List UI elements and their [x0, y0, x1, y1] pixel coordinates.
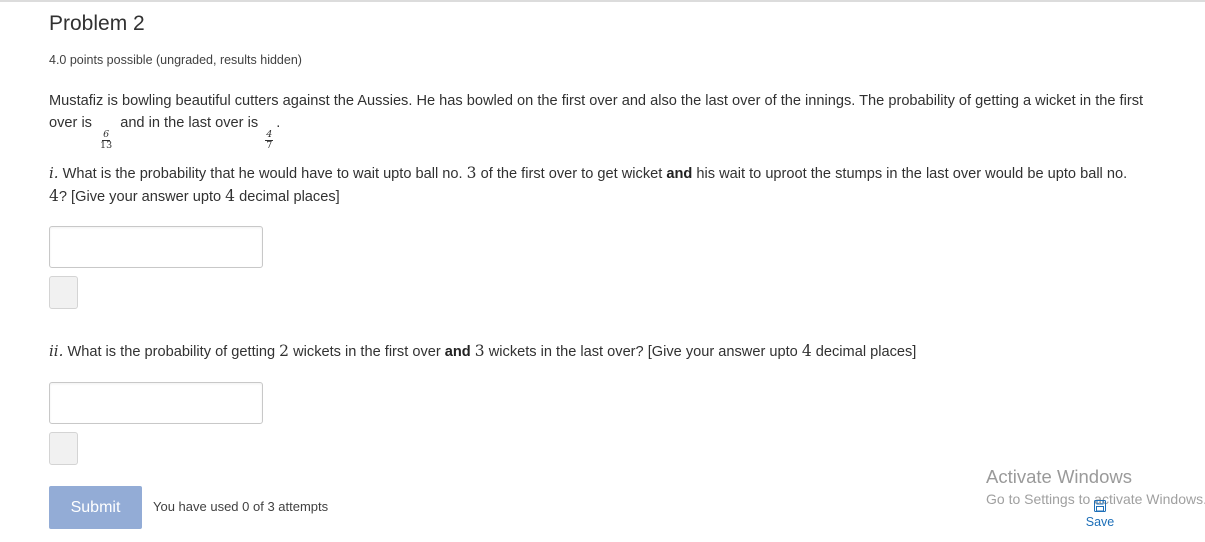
math-number: 3 — [474, 342, 485, 360]
math-number: 2 — [279, 342, 290, 360]
question-text: What is the probability of getting — [67, 344, 276, 360]
question-text: wickets in the last over? [Give your ans… — [488, 344, 798, 360]
fraction-last-over: 47 — [265, 130, 274, 151]
save-icon — [1094, 500, 1106, 512]
top-divider — [0, 0, 1205, 2]
question-label: ii. — [49, 342, 64, 360]
question-text: decimal places] — [815, 344, 917, 360]
math-number: 3 — [466, 164, 477, 182]
attempts-counter: You have used 0 of 3 attempts — [153, 499, 329, 514]
bold-and: and — [666, 166, 693, 182]
problem-intro: Mustafiz is bowling beautiful cutters ag… — [49, 90, 1159, 151]
fraction-first-over: 6 13 — [99, 130, 113, 151]
fraction-denominator: 13 — [100, 140, 113, 151]
intro-period: . — [276, 115, 281, 131]
save-button[interactable]: Save — [1084, 500, 1116, 529]
math-number: 4 — [49, 187, 59, 205]
math-number: 4 — [225, 187, 236, 205]
answer-input-1[interactable] — [49, 226, 263, 268]
question-text: decimal places] — [239, 189, 340, 205]
question-text: his wait to uproot the stumps in the las… — [696, 166, 1128, 182]
question-text: What is the probability that he would ha… — [62, 166, 463, 182]
math-number: 4 — [801, 342, 812, 360]
points-info: 4.0 points possible (ungraded, results h… — [49, 53, 302, 67]
bold-and: and — [444, 344, 471, 360]
question-2: ii. What is the probability of getting 2… — [49, 340, 1149, 363]
question-1: i. What is the probability that he would… — [49, 162, 1129, 208]
answer-status-1 — [49, 276, 78, 309]
question-text: of the first over to get wicket — [480, 166, 663, 182]
fraction-denominator: 7 — [266, 140, 273, 151]
save-label: Save — [1085, 515, 1115, 529]
submit-button[interactable]: Submit — [49, 486, 142, 529]
answer-status-2 — [49, 432, 78, 465]
question-text: wickets in the first over — [293, 344, 441, 360]
question-label: i. — [49, 164, 59, 182]
problem-title: Problem 2 — [49, 12, 145, 35]
intro-text: and in the last over is — [120, 115, 259, 131]
activate-windows-title: Activate Windows — [986, 466, 1132, 487]
question-text: ? [Give your answer upto — [58, 189, 222, 205]
answer-input-2[interactable] — [49, 382, 263, 424]
